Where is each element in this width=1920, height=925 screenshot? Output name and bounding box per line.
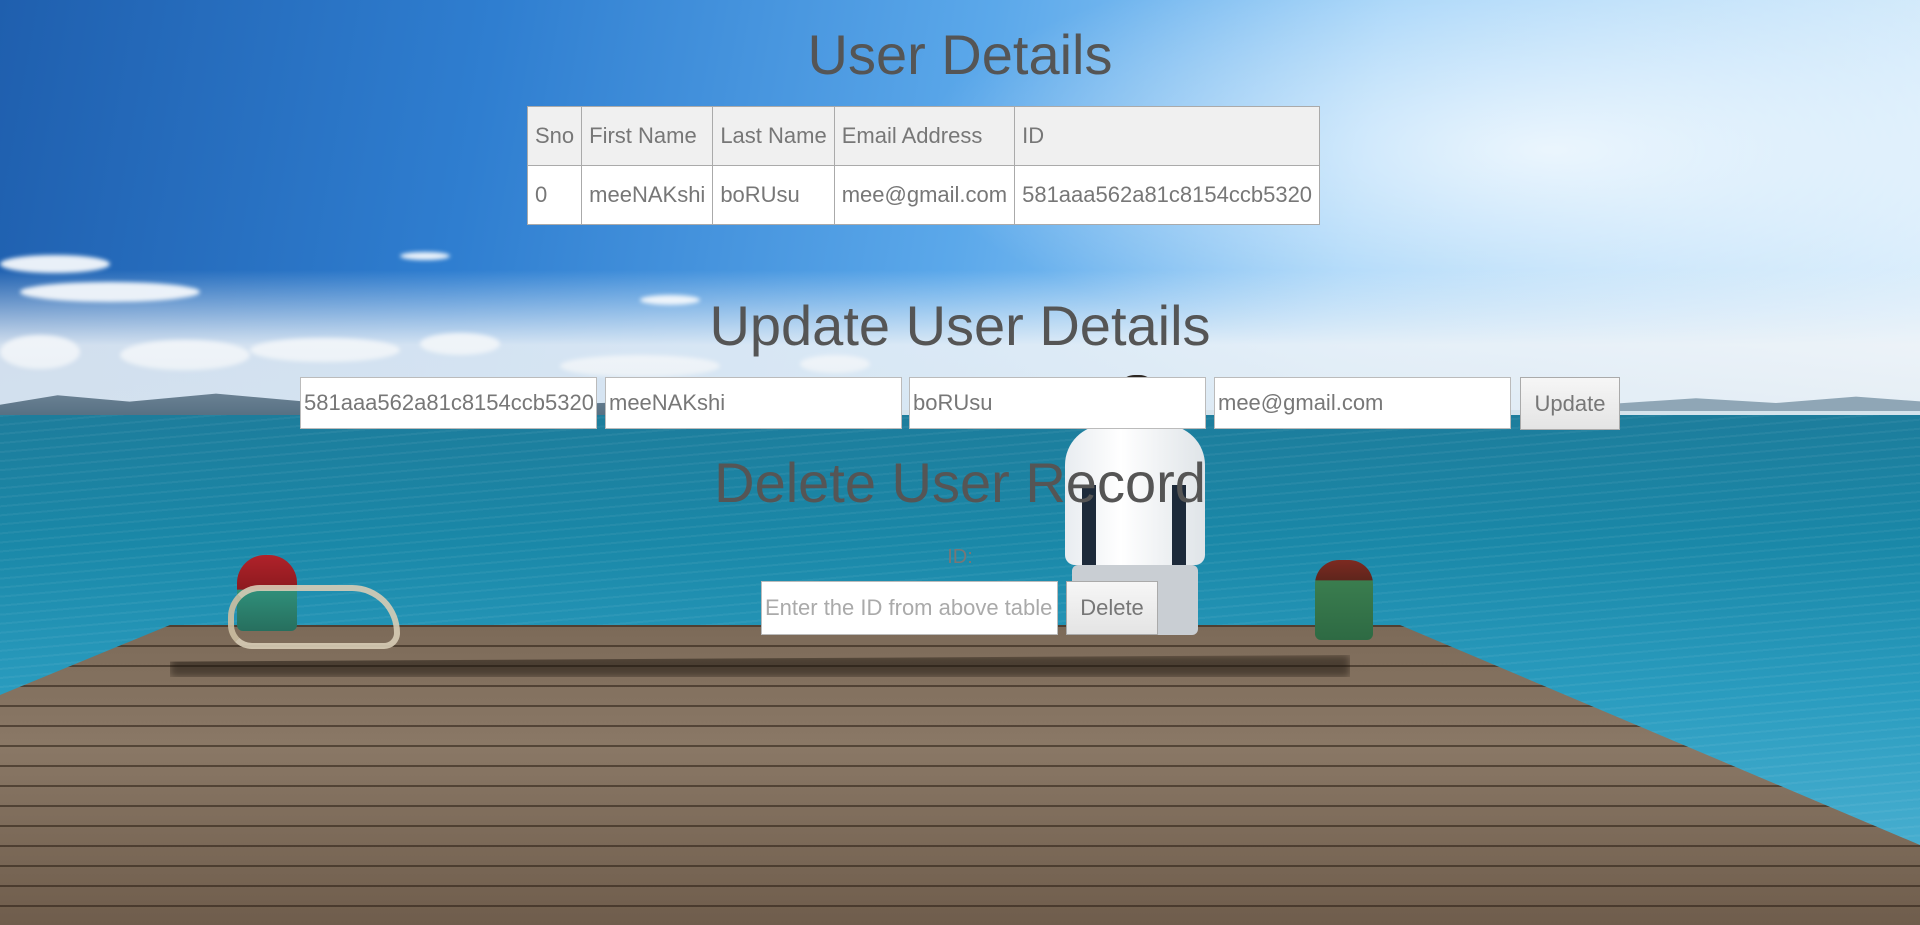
cell-last-name: boRUsu	[712, 165, 835, 225]
update-id-input[interactable]	[300, 377, 597, 429]
column-header-sno: Sno	[526, 106, 583, 166]
update-email-input[interactable]	[1214, 377, 1511, 429]
delete-user-title: Delete User Record	[714, 451, 1206, 514]
user-details-title: User Details	[807, 23, 1113, 86]
cell-email: mee@gmail.com	[833, 165, 1016, 225]
user-details-table: Sno First Name Last Name Email Address I…	[526, 106, 1321, 225]
column-header-last-name: Last Name	[712, 106, 835, 166]
table-row: 0 meeNAKshi boRUsu mee@gmail.com 581aaa5…	[526, 165, 1321, 225]
update-first-name-input[interactable]	[605, 377, 902, 429]
update-button[interactable]: Update	[1520, 377, 1620, 430]
update-user-title: Update User Details	[709, 294, 1211, 357]
cell-sno: 0	[526, 165, 583, 225]
cell-id: 581aaa562a81c8154ccb5320	[1014, 165, 1321, 225]
column-header-email: Email Address	[833, 106, 1016, 166]
column-header-first-name: First Name	[581, 106, 714, 166]
column-header-id: ID	[1014, 106, 1321, 166]
delete-id-label: ID:	[947, 546, 973, 568]
delete-button[interactable]: Delete	[1066, 581, 1158, 635]
cell-first-name: meeNAKshi	[581, 165, 714, 225]
table-header-row: Sno First Name Last Name Email Address I…	[526, 106, 1321, 166]
delete-id-input[interactable]	[761, 581, 1058, 635]
update-last-name-input[interactable]	[909, 377, 1206, 429]
page-content: User Details Sno First Name Last Name Em…	[0, 0, 1920, 925]
